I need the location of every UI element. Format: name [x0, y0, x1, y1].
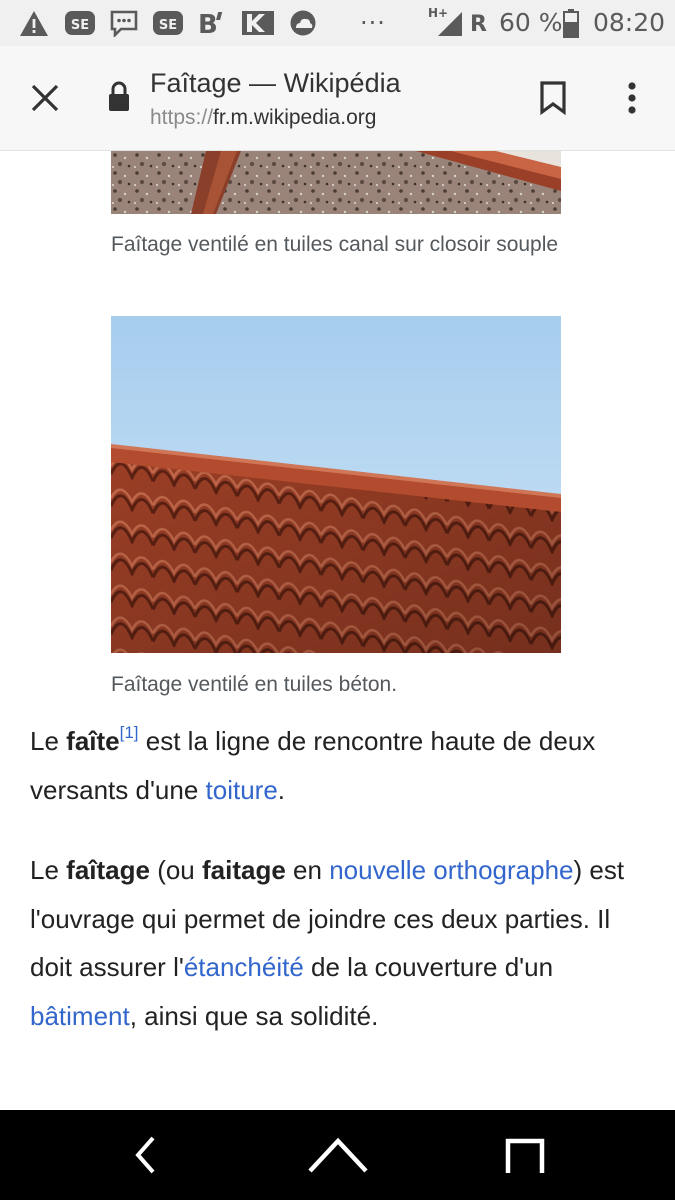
url-bar[interactable]: https://fr.m.wikipedia.org — [150, 106, 376, 130]
overflow-menu-button[interactable] — [614, 74, 650, 122]
b-app-icon: B — [197, 9, 233, 37]
lock-icon — [107, 80, 131, 114]
more-notifications: ··· — [360, 9, 386, 37]
battery-percent: 60 % — [499, 8, 563, 37]
reference-link[interactable]: [1] — [120, 723, 139, 742]
svg-text:SE: SE — [71, 18, 89, 33]
paragraph: Le faîte[1] est la ligne de rencontre ha… — [30, 717, 630, 814]
se-app-icon: SE — [64, 9, 96, 37]
image-caption: Faîtage ventilé en tuiles canal sur clos… — [111, 233, 559, 256]
ridge-tile-image[interactable] — [111, 151, 561, 214]
link-etancheite[interactable]: étanchéité — [184, 952, 304, 982]
bold-term: faitage — [202, 855, 286, 885]
text: (ou — [149, 855, 202, 885]
page-title: Faîtage — Wikipédia — [150, 68, 401, 98]
url-host: fr.m.wikipedia.org — [213, 106, 377, 129]
more-vert-icon — [628, 82, 636, 114]
bookmark-icon — [540, 81, 566, 115]
k-app-icon — [240, 9, 276, 37]
system-nav-bar — [0, 1110, 675, 1200]
image-caption: Faîtage ventilé en tuiles béton. — [111, 673, 398, 696]
close-button[interactable] — [20, 76, 70, 120]
svg-text:B: B — [198, 10, 218, 37]
message-icon — [108, 9, 140, 37]
article-content: Faîtage ventilé en tuiles canal sur clos… — [0, 151, 675, 1109]
weather-icon — [287, 9, 319, 37]
url-scheme: https:// — [150, 106, 214, 129]
warning-icon — [18, 9, 50, 37]
back-button[interactable] — [120, 1125, 170, 1185]
link-nouvelle-orthographe[interactable]: nouvelle orthographe — [329, 855, 573, 885]
text: Le — [30, 726, 67, 756]
bold-term: faîtage — [66, 855, 150, 885]
clock: 08:20 — [593, 8, 666, 37]
bold-term: faîte — [66, 726, 120, 756]
svg-text:SE: SE — [159, 18, 177, 33]
status-bar: SE SE B ··· H+ R 60 % 08:20 — [0, 0, 675, 46]
home-button[interactable] — [303, 1125, 373, 1185]
text: , ainsi que sa solidité. — [129, 1000, 379, 1031]
roaming-indicator: R — [470, 12, 487, 37]
paragraph: Le faîtage (ou faitage en nouvelle ortho… — [30, 846, 630, 1040]
link-toiture[interactable]: toiture — [206, 775, 278, 805]
text: . — [277, 774, 286, 805]
recents-icon — [505, 1138, 545, 1173]
roof-tiles-image[interactable] — [111, 316, 561, 653]
back-icon — [135, 1136, 155, 1174]
text: Le — [30, 855, 67, 885]
se-app-icon: SE — [152, 9, 184, 37]
browser-toolbar: Faîtage — Wikipédia https://fr.m.wikiped… — [0, 46, 675, 151]
network-type: H+ — [428, 6, 449, 20]
recents-button[interactable] — [500, 1125, 550, 1185]
bookmark-button[interactable] — [533, 74, 573, 122]
text: de la couverture d'un — [303, 952, 554, 982]
text: en — [285, 855, 330, 885]
battery-icon — [561, 9, 581, 38]
close-icon — [31, 84, 59, 112]
link-batiment[interactable]: bâtiment — [30, 1001, 130, 1031]
home-icon — [308, 1137, 368, 1173]
